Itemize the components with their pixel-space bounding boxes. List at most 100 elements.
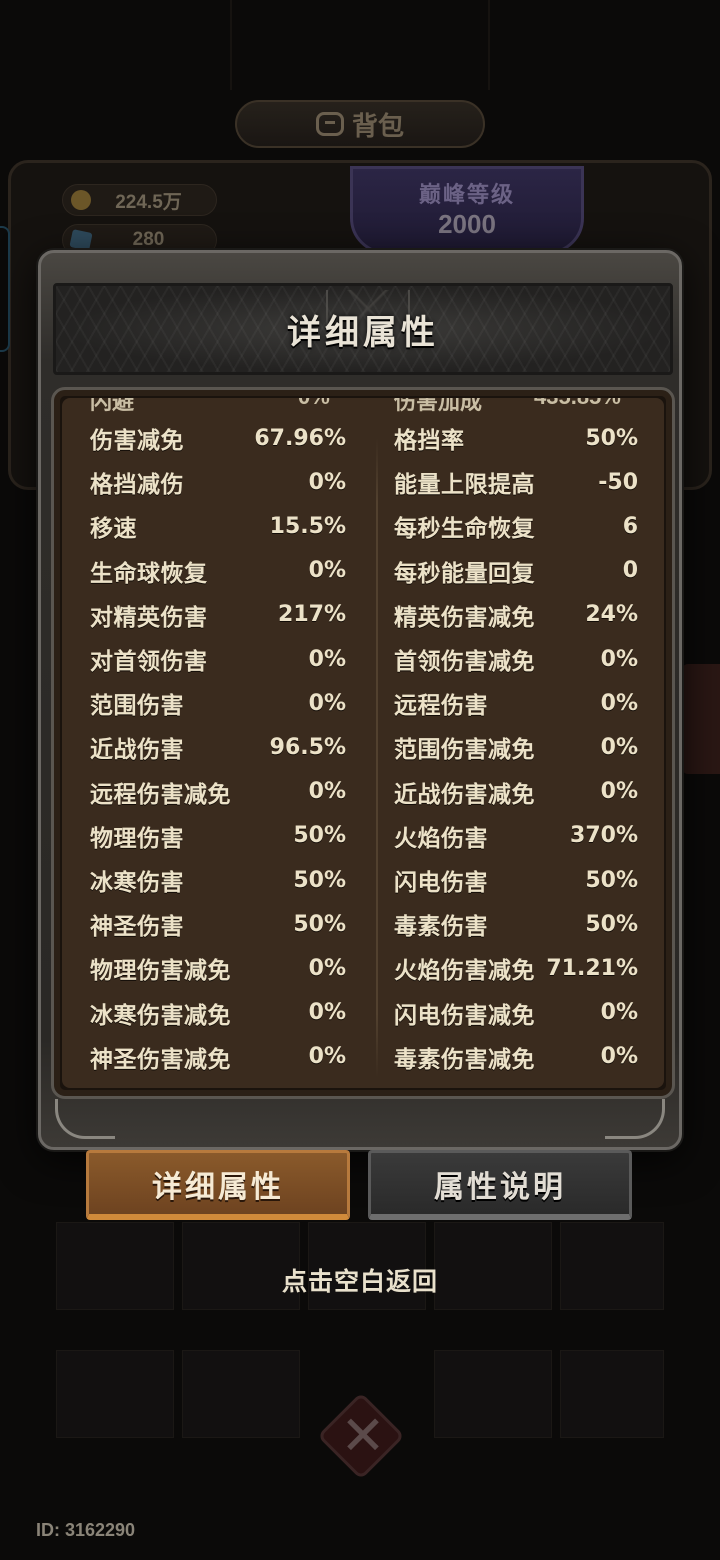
attribute-label: 首领伤害减免 (394, 648, 535, 674)
attribute-value: 50% (585, 425, 638, 451)
gem-amount: 280 (132, 229, 165, 250)
modal-title: 详细属性 (287, 313, 439, 352)
corner-ornament-right (605, 1099, 665, 1139)
column-divider (376, 438, 378, 1078)
tab-attribute-description[interactable]: 属性说明 (368, 1150, 632, 1220)
attribute-row: 伤害减免 67.96% (90, 420, 346, 456)
attribute-label: 精英伤害减免 (394, 603, 535, 630)
peak-level-value: 2000 (438, 209, 496, 239)
attribute-label: 伤害减免 (90, 427, 184, 453)
attribute-row: 近战伤害减免 0% (394, 774, 638, 810)
attribute-row: 毒素伤害 50% (394, 906, 638, 942)
attributes-scroll-panel[interactable]: 闪避 0% 伤害加成 435.85% 伤害减免 67.96% 格挡减伤 0% 移速 15.… (62, 398, 664, 1088)
attribute-row: 格挡减伤 0% (90, 464, 346, 500)
attribute-label: 移速 (90, 515, 137, 542)
attribute-value: 71.21% (546, 955, 638, 981)
attribute-label: 近战伤害 (90, 736, 184, 763)
attribute-label: 火焰伤害 (394, 824, 488, 851)
attribute-label: 能量上限提高 (394, 471, 535, 498)
attribute-value: 0% (308, 1044, 346, 1070)
attribute-label: 远程伤害 (394, 692, 488, 719)
attribute-value: 50% (585, 911, 638, 937)
bag-title: 背包 (351, 110, 404, 141)
attribute-value: 0% (600, 690, 638, 716)
inventory-slot (56, 1350, 174, 1438)
gold-amount: 224.5万 (115, 191, 182, 213)
attribute-label: 远程伤害减免 (90, 780, 231, 807)
attribute-value: 0% (600, 779, 638, 805)
attribute-label: 物理伤害减免 (90, 957, 231, 984)
attribute-label: 格挡率 (394, 427, 465, 453)
attr-value-cutoff-left: 0% (298, 398, 330, 414)
inventory-slot (182, 1350, 300, 1438)
attribute-value: 50% (293, 823, 346, 849)
attribute-label: 闪电伤害减免 (394, 1001, 535, 1028)
inventory-slot (560, 1350, 664, 1438)
tab-attribute-description-label: 属性说明 (434, 1170, 566, 1204)
attribute-row: 近战伤害 96.5% (90, 729, 346, 765)
attribute-value: 0 (622, 558, 638, 584)
attribute-row: 神圣伤害 50% (90, 906, 346, 942)
attribute-row: 精英伤害减免 24% (394, 597, 638, 633)
side-tab-right (682, 664, 720, 774)
attribute-value: 67.96% (254, 425, 346, 451)
peak-level-badge: 巅峰等级 2000 (350, 166, 584, 254)
attribute-value: 0% (308, 1000, 346, 1026)
side-tab-edge (0, 226, 10, 352)
attributes-body[interactable]: 闪避 0% 伤害加成 435.85% 伤害减免 67.96% 格挡减伤 0% 移速 15.… (51, 387, 675, 1099)
attribute-value: 50% (293, 867, 346, 893)
attribute-label: 闪电伤害 (394, 869, 488, 895)
attribute-value: -50 (598, 469, 638, 495)
peak-level-label: 巅峰等级 (418, 182, 515, 207)
attribute-row: 范围伤害减免 0% (394, 729, 638, 765)
attribute-value: 96.5% (269, 734, 346, 760)
attribute-row: 范围伤害 0% (90, 685, 346, 721)
attribute-row: 神圣伤害减免 0% (90, 1039, 346, 1075)
bag-title-bar: 背包 (235, 100, 485, 148)
attribute-label: 生命球恢复 (90, 559, 208, 586)
attribute-row: 远程伤害 0% (394, 685, 638, 721)
inventory-slot (434, 1350, 552, 1438)
attribute-row: 物理伤害减免 0% (90, 950, 346, 986)
attribute-row: 冰寒伤害 50% (90, 862, 346, 898)
attribute-label: 每秒生命恢复 (394, 515, 535, 542)
attribute-value: 217% (278, 602, 346, 628)
attribute-label: 物理伤害 (90, 824, 184, 851)
attribute-row: 闪电伤害减免 0% (394, 995, 638, 1031)
attribute-row: 远程伤害减免 0% (90, 774, 346, 810)
attribute-row: 火焰伤害减免 71.21% (394, 950, 638, 986)
attribute-label: 范围伤害减免 (394, 736, 535, 763)
attribute-row: 首领伤害减免 0% (394, 641, 638, 677)
attribute-label: 毒素伤害 (394, 913, 488, 940)
attribute-value: 50% (585, 867, 638, 893)
player-id: ID: 3162290 (36, 1520, 136, 1540)
attribute-row: 对首领伤害 0% (90, 641, 346, 677)
gold-coin-icon (71, 190, 91, 210)
tab-detailed-attributes-label: 详细属性 (152, 1170, 284, 1204)
attribute-value: 0% (600, 646, 638, 672)
close-x-icon: ✕ (340, 1406, 386, 1466)
attribute-row: 移速 15.5% (90, 508, 346, 544)
attribute-value: 0% (600, 734, 638, 760)
attribute-label: 近战伤害减免 (394, 780, 535, 807)
modal-header: 详细属性 (53, 283, 673, 375)
attribute-label: 格挡减伤 (90, 471, 184, 498)
attribute-label: 冰寒伤害 (90, 869, 184, 895)
attribute-row: 生命球恢复 0% (90, 553, 346, 589)
attr-value-cutoff-right: 435.85% (534, 398, 621, 414)
attribute-row: 火焰伤害 370% (394, 818, 638, 854)
attribute-row: 对精英伤害 217% (90, 597, 346, 633)
tap-blank-to-return[interactable]: 点击空白返回 (0, 1262, 720, 1298)
attribute-value: 0% (308, 955, 346, 981)
attribute-row: 每秒能量回复 0 (394, 553, 638, 589)
attribute-value: 0% (308, 646, 346, 672)
attribute-value: 0% (600, 1000, 638, 1026)
top-ornament (230, 0, 490, 90)
attribute-row: 物理伤害 50% (90, 818, 346, 854)
attribute-value: 370% (570, 823, 638, 849)
gold-counter: 224.5万 (62, 184, 217, 216)
attribute-row: 格挡率 50% (394, 420, 638, 456)
attribute-row: 毒素伤害减免 0% (394, 1039, 638, 1075)
attribute-value: 50% (293, 911, 346, 937)
tab-detailed-attributes[interactable]: 详细属性 (86, 1150, 350, 1220)
